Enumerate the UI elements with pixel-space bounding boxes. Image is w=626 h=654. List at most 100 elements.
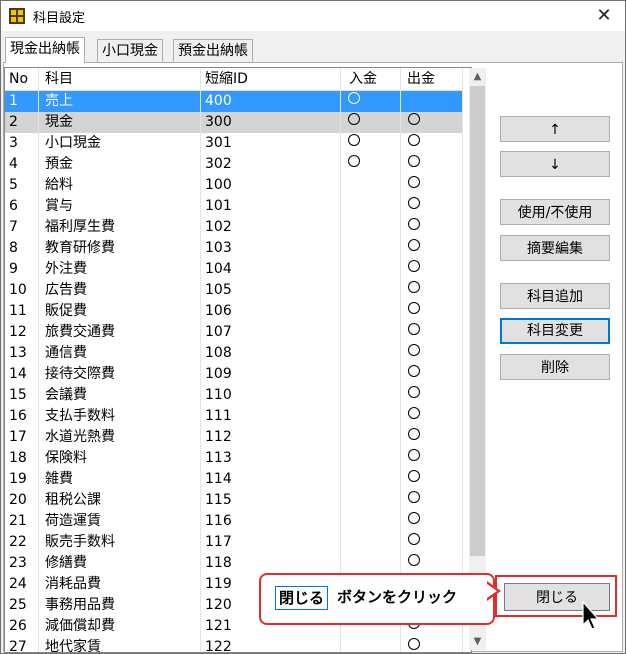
- circle-mark-icon: [408, 533, 420, 545]
- table-row[interactable]: 13 通信費 108: [5, 343, 463, 364]
- cell-account: 接待交際費: [39, 364, 201, 385]
- tab-petty-cash[interactable]: 小口現金: [97, 39, 163, 62]
- cell-withdrawal: [401, 448, 463, 469]
- table-row[interactable]: 19 雑費 114: [5, 469, 463, 490]
- table-row[interactable]: 12 旅費交通費 107: [5, 322, 463, 343]
- cell-account: 地代家賃: [39, 637, 201, 652]
- table-row[interactable]: 22 販売手数料 117: [5, 532, 463, 553]
- column-header-no[interactable]: No: [5, 68, 39, 90]
- scrollbar-thumb[interactable]: [470, 86, 485, 556]
- cell-account: 広告費: [39, 280, 201, 301]
- cell-no: 27: [5, 637, 39, 652]
- cell-short-id: 114: [201, 469, 341, 490]
- cell-deposit: [341, 322, 401, 343]
- add-account-button[interactable]: 科目追加: [500, 283, 610, 309]
- circle-mark-icon: [408, 197, 420, 209]
- cell-short-id: 302: [201, 154, 341, 175]
- column-header-account[interactable]: 科目: [39, 68, 201, 90]
- cell-short-id: 113: [201, 448, 341, 469]
- cell-no: 26: [5, 616, 39, 637]
- toggle-use-button[interactable]: 使用/不使用: [500, 199, 610, 225]
- tab-cash-book[interactable]: 現金出納帳: [5, 37, 85, 63]
- cell-account: 消耗品費: [39, 574, 201, 595]
- cell-short-id: 106: [201, 301, 341, 322]
- cell-no: 24: [5, 574, 39, 595]
- move-down-button[interactable]: ↓: [500, 151, 610, 177]
- table-row[interactable]: 11 販促費 106: [5, 301, 463, 322]
- tab-deposit-book[interactable]: 預金出納帳: [173, 39, 253, 62]
- table-row[interactable]: 10 広告費 105: [5, 280, 463, 301]
- circle-mark-icon: [408, 260, 420, 272]
- column-header-short-id[interactable]: 短縮ID: [201, 68, 341, 90]
- move-up-button[interactable]: ↑: [500, 116, 610, 142]
- table-row[interactable]: 7 福利厚生費 102: [5, 217, 463, 238]
- table-row[interactable]: 20 租税公課 115: [5, 490, 463, 511]
- cell-deposit: [341, 553, 401, 574]
- cell-withdrawal: [401, 112, 463, 133]
- cell-no: 25: [5, 595, 39, 616]
- circle-mark-icon: [408, 554, 420, 566]
- cell-no: 4: [5, 154, 39, 175]
- cell-short-id: 105: [201, 280, 341, 301]
- table-row[interactable]: 23 修繕費 118: [5, 553, 463, 574]
- cell-account: 現金: [39, 112, 201, 133]
- callout-text: ボタンをクリック: [337, 588, 458, 606]
- cell-deposit: [341, 637, 401, 652]
- cell-no: 15: [5, 385, 39, 406]
- table-row[interactable]: 4 預金 302: [5, 154, 463, 175]
- table-row[interactable]: 8 教育研修費 103: [5, 238, 463, 259]
- scroll-down-icon[interactable]: ▼: [469, 633, 486, 650]
- table-row[interactable]: 14 接待交際費 109: [5, 364, 463, 385]
- cell-short-id: 122: [201, 637, 341, 652]
- cell-short-id: 102: [201, 217, 341, 238]
- cell-no: 9: [5, 259, 39, 280]
- cell-account: 雑費: [39, 469, 201, 490]
- cell-withdrawal: [401, 406, 463, 427]
- table-row[interactable]: 15 会議費 110: [5, 385, 463, 406]
- cell-deposit: [341, 154, 401, 175]
- cell-account: 旅費交通費: [39, 322, 201, 343]
- account-list[interactable]: No 科目 短縮ID 入金 出金 1 売上 400 2 現金 300 3 小口現金 301 4 預金…: [4, 67, 472, 653]
- circle-mark-icon: [408, 428, 420, 440]
- table-row[interactable]: 16 支払手数料 111: [5, 406, 463, 427]
- table-row[interactable]: 21 荷造運賃 116: [5, 511, 463, 532]
- table-row[interactable]: 17 水道光熱費 112: [5, 427, 463, 448]
- circle-mark-icon: [408, 113, 420, 125]
- table-row[interactable]: 2 現金 300: [5, 112, 463, 133]
- table-row[interactable]: 6 賞与 101: [5, 196, 463, 217]
- vertical-scrollbar[interactable]: ▲ ▼: [469, 68, 486, 650]
- cell-no: 13: [5, 343, 39, 364]
- cell-withdrawal: [401, 364, 463, 385]
- column-header-deposit[interactable]: 入金: [341, 68, 401, 90]
- circle-mark-icon: [408, 638, 420, 650]
- column-header-withdrawal[interactable]: 出金: [401, 68, 463, 90]
- cell-no: 8: [5, 238, 39, 259]
- cell-deposit: [341, 259, 401, 280]
- change-account-button[interactable]: 科目変更: [500, 318, 610, 344]
- delete-button[interactable]: 削除: [500, 354, 610, 380]
- cell-short-id: 117: [201, 532, 341, 553]
- cell-short-id: 116: [201, 511, 341, 532]
- circle-mark-icon: [348, 92, 360, 104]
- cell-no: 7: [5, 217, 39, 238]
- cell-account: 販促費: [39, 301, 201, 322]
- table-row[interactable]: 9 外注費 104: [5, 259, 463, 280]
- table-row[interactable]: 27 地代家賃 122: [5, 637, 463, 652]
- table-row[interactable]: 1 売上 400: [5, 91, 463, 112]
- cell-deposit: [341, 469, 401, 490]
- circle-mark-icon: [348, 113, 360, 125]
- table-row[interactable]: 18 保険料 113: [5, 448, 463, 469]
- close-icon[interactable]: ✕: [589, 3, 619, 29]
- cell-no: 12: [5, 322, 39, 343]
- cell-account: 事務用品費: [39, 595, 201, 616]
- cell-deposit: [341, 427, 401, 448]
- cell-no: 19: [5, 469, 39, 490]
- cell-deposit: [341, 406, 401, 427]
- table-row[interactable]: 5 給料 100: [5, 175, 463, 196]
- cell-account: 給料: [39, 175, 201, 196]
- cell-short-id: 300: [201, 112, 341, 133]
- table-row[interactable]: 3 小口現金 301: [5, 133, 463, 154]
- scroll-up-icon[interactable]: ▲: [469, 68, 486, 85]
- edit-summary-button[interactable]: 摘要編集: [500, 235, 610, 261]
- cell-withdrawal: [401, 385, 463, 406]
